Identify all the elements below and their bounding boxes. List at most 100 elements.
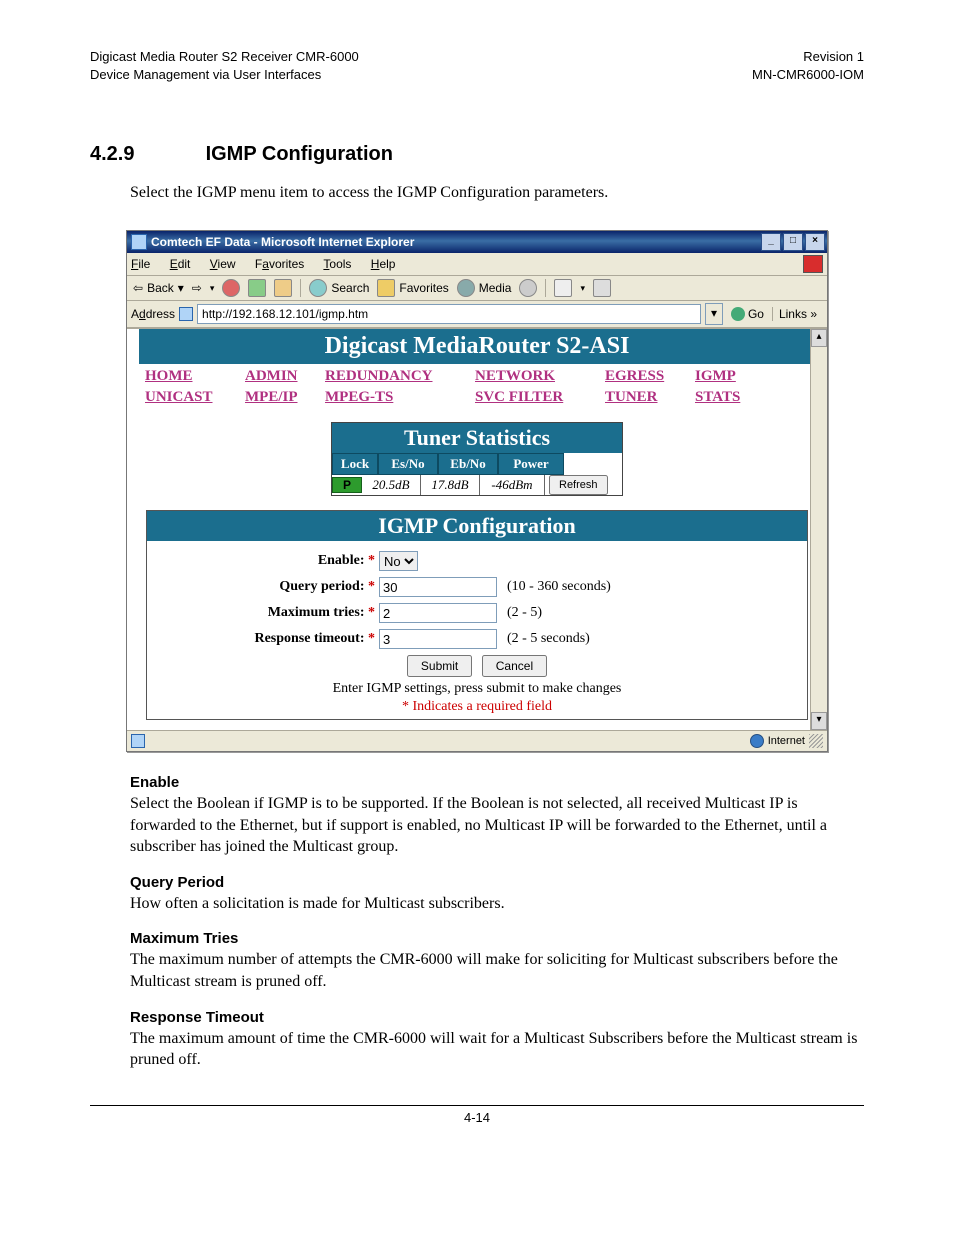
tuner-col-lock: Lock [332, 453, 378, 475]
desc-query-heading: Query Period [130, 874, 864, 891]
tuner-refresh-button[interactable] [549, 475, 608, 495]
minimize-button[interactable]: _ [761, 233, 781, 251]
timeout-label: Response timeout: [254, 631, 364, 646]
header-right-1: Revision 1 [752, 48, 864, 66]
response-timeout-input[interactable] [379, 629, 497, 649]
timeout-hint: (2 - 5 seconds) [507, 631, 590, 647]
submit-button[interactable] [407, 655, 472, 677]
scroll-up-button[interactable]: ▴ [811, 329, 827, 347]
media-button[interactable]: Media [457, 279, 512, 297]
browser-statusbar: Internet [127, 730, 827, 751]
form-note: Enter IGMP settings, press submit to mak… [155, 681, 799, 697]
igmp-title: IGMP Configuration [147, 511, 807, 541]
intro-text: Select the IGMP menu item to access the … [130, 184, 864, 202]
tuner-statistics-panel: Tuner Statistics Lock Es/No Eb/No Power … [331, 422, 623, 496]
address-input[interactable] [197, 304, 701, 324]
query-hint: (10 - 360 seconds) [507, 579, 611, 595]
igmp-config-panel: IGMP Configuration Enable: * No Query pe… [146, 510, 808, 720]
nav-igmp[interactable]: IGMP [689, 366, 769, 387]
nav-stats[interactable]: STATS [689, 387, 769, 408]
menu-tools[interactable]: Tools [323, 257, 351, 271]
tuner-col-esno: Es/No [378, 453, 438, 475]
nav-network[interactable]: NETWORK [469, 366, 599, 387]
max-tries-input[interactable] [379, 603, 497, 623]
tries-label: Maximum tries: [268, 605, 365, 620]
required-note: * Indicates a required field [155, 699, 799, 715]
history-icon[interactable] [519, 279, 537, 297]
cancel-button[interactable] [482, 655, 547, 677]
page-number: 4-14 [90, 1110, 864, 1125]
go-button[interactable]: Go [727, 307, 768, 321]
nav-mpeip[interactable]: MPE/IP [239, 387, 319, 408]
header-right-2: MN-CMR6000-IOM [752, 66, 864, 84]
menu-view[interactable]: View [210, 257, 236, 271]
resize-grip-icon[interactable] [809, 734, 823, 748]
header-left-1: Digicast Media Router S2 Receiver CMR-60… [90, 48, 359, 66]
desc-enable-text: Select the Boolean if IGMP is to be supp… [130, 793, 864, 858]
search-button[interactable]: Search [309, 279, 369, 297]
browser-toolbar: ⇦ Back ▾ ⇨ ▾ Search Favorites Media ▾ [127, 276, 827, 301]
section-heading: 4.2.9 IGMP Configuration [90, 143, 864, 166]
enable-label: Enable: [318, 553, 365, 568]
address-bar: Address ▾ Go Links » [127, 301, 827, 328]
section-number: 4.2.9 [90, 143, 200, 166]
back-button[interactable]: ⇦ Back ▾ [133, 281, 184, 295]
window-title: Comtech EF Data - Microsoft Internet Exp… [151, 235, 414, 249]
home-icon[interactable] [274, 279, 292, 297]
desc-timeout-text: The maximum amount of time the CMR-6000 … [130, 1028, 864, 1071]
tuner-esno-value: 20.5dB [362, 475, 421, 495]
tuner-power-value: -46dBm [480, 475, 545, 495]
menu-help[interactable]: Help [371, 257, 396, 271]
nav-svcfilter[interactable]: SVC FILTER [469, 387, 599, 408]
header-left-2: Device Management via User Interfaces [90, 66, 359, 84]
links-button[interactable]: Links » [772, 307, 823, 321]
refresh-icon[interactable] [248, 279, 266, 297]
stop-icon[interactable] [222, 279, 240, 297]
maximize-button[interactable]: □ [783, 233, 803, 251]
page-banner: Digicast MediaRouter S2-ASI [139, 329, 815, 364]
desc-tries-heading: Maximum Tries [130, 930, 864, 947]
doc-header: Digicast Media Router S2 Receiver CMR-60… [90, 48, 864, 83]
forward-button[interactable]: ⇨ [192, 281, 202, 295]
nav-egress[interactable]: EGRESS [599, 366, 689, 387]
scroll-down-button[interactable]: ▾ [811, 712, 827, 730]
nav-menu: HOME ADMIN REDUNDANCY NETWORK EGRESS IGM… [139, 366, 815, 408]
mail-icon[interactable] [554, 279, 572, 297]
tuner-lock-value: P [332, 477, 362, 493]
search-icon [309, 279, 327, 297]
go-icon [731, 307, 745, 321]
web-viewport: ▴ ▾ Digicast MediaRouter S2-ASI HOME ADM… [127, 328, 827, 730]
browser-window: Comtech EF Data - Microsoft Internet Exp… [126, 230, 828, 752]
menu-favorites[interactable]: Favorites [255, 257, 304, 271]
favorites-button[interactable]: Favorites [377, 279, 448, 297]
close-button[interactable]: × [805, 233, 825, 251]
address-dropdown-button[interactable]: ▾ [705, 303, 723, 325]
nav-mpegts[interactable]: MPEG-TS [319, 387, 469, 408]
tries-hint: (2 - 5) [507, 605, 542, 621]
internet-zone-label: Internet [768, 735, 805, 747]
nav-unicast[interactable]: UNICAST [139, 387, 239, 408]
query-label: Query period: [279, 579, 364, 594]
query-period-input[interactable] [379, 577, 497, 597]
nav-tuner[interactable]: TUNER [599, 387, 689, 408]
media-icon [457, 279, 475, 297]
nav-redundancy[interactable]: REDUNDANCY [319, 366, 469, 387]
tuner-title: Tuner Statistics [332, 423, 622, 453]
nav-admin[interactable]: ADMIN [239, 366, 319, 387]
print-icon[interactable] [593, 279, 611, 297]
windows-logo-icon [803, 255, 823, 273]
footer-rule [90, 1105, 864, 1106]
desc-query-text: How often a solicitation is made for Mul… [130, 893, 864, 915]
tuner-ebno-value: 17.8dB [421, 475, 480, 495]
enable-select[interactable]: No [379, 551, 418, 571]
desc-tries-text: The maximum number of attempts the CMR-6… [130, 949, 864, 992]
desc-enable-heading: Enable [130, 774, 864, 791]
menu-edit[interactable]: Edit [170, 257, 191, 271]
menu-file[interactable]: File [131, 257, 150, 271]
favorites-icon [377, 279, 395, 297]
vertical-scrollbar[interactable]: ▴ ▾ [810, 329, 827, 730]
internet-zone-icon [750, 734, 764, 748]
nav-home[interactable]: HOME [139, 366, 239, 387]
menubar: File Edit View Favorites Tools Help [127, 253, 827, 276]
desc-timeout-heading: Response Timeout [130, 1009, 864, 1026]
